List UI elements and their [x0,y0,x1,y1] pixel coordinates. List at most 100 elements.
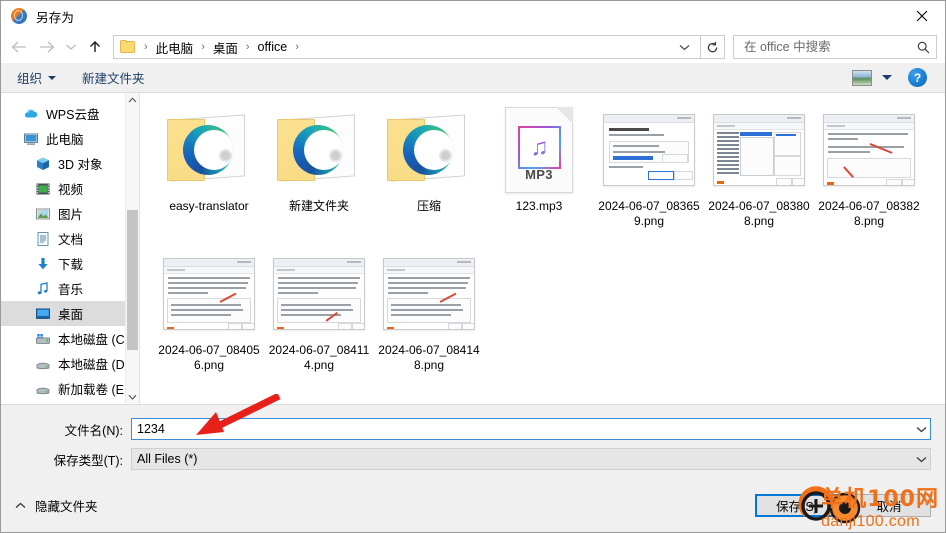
breadcrumb-separator: › [245,41,250,53]
breadcrumb-item-office[interactable]: office [256,40,290,54]
filename-dropdown-button[interactable] [913,419,930,439]
save-as-dialog: 另存为 › 此电脑 › 桌面 › office › 在 office 中搜索 组… [0,0,946,533]
help-icon[interactable]: ? [908,68,927,87]
png-thumbnail-icon [601,107,697,193]
mp3-file-icon: ♫ MP3 [491,107,587,193]
sidebar-item-videos[interactable]: 视频 [1,176,139,201]
filetype-dropdown-button[interactable] [913,449,930,469]
scroll-down-button[interactable] [126,390,139,404]
forward-button[interactable] [33,34,61,60]
sidebar-item-label: 本地磁盘 (C:) [58,333,133,347]
organize-label: 组织 [17,72,43,86]
scroll-up-button[interactable] [126,93,139,107]
recent-locations-button[interactable] [61,34,81,60]
cancel-button[interactable]: 取消 [847,493,931,517]
new-folder-label: 新建文件夹 [82,72,145,86]
breadcrumb-dropdown-button[interactable] [675,44,696,51]
save-button[interactable]: 保存(S) [755,493,839,517]
sidebar-item-local-disk-d[interactable]: 本地磁盘 (D:) [1,351,139,376]
search-box[interactable] [733,35,937,59]
drive-icon [35,381,51,397]
folder-icon [120,40,136,54]
file-item[interactable]: 新建文件夹 [264,107,374,229]
downloads-icon [35,256,51,272]
breadcrumb-item-computer[interactable]: 此电脑 [154,38,196,57]
sidebar-item-this-pc[interactable]: 此电脑 [1,126,139,151]
filetype-combobox[interactable]: All Files (*) [131,448,931,470]
filetype-row: 保存类型(T): All Files (*) [15,448,931,470]
sidebar-item-new-volume-e[interactable]: 新加载卷 (E:) [1,376,139,401]
search-input[interactable] [742,39,917,55]
organize-button[interactable]: 组织 [17,68,57,87]
file-item[interactable]: 2024-06-07_083659.png [594,107,704,229]
music-note-icon: ♫ [518,126,561,169]
music-icon [35,281,51,297]
file-item[interactable]: easy-translator [154,107,264,229]
navigation-pane-scrollbar[interactable] [125,93,139,404]
back-button[interactable] [5,34,33,60]
up-button[interactable] [81,34,109,60]
sidebar-item-wps-cloud[interactable]: WPS云盘 [1,101,139,126]
refresh-icon [707,41,718,52]
refresh-button[interactable] [701,35,725,59]
close-button[interactable] [899,1,945,31]
3d-objects-icon [35,156,51,172]
system-drive-icon [35,331,51,347]
breadcrumb[interactable]: › 此电脑 › 桌面 › office › [113,35,701,59]
sidebar-item-label: WPS云盘 [46,108,100,122]
hide-folders-toggle[interactable]: 隐藏文件夹 [15,496,98,515]
view-options-chevron-down-icon[interactable] [882,75,892,80]
sidebar-item-downloads[interactable]: 下载 [1,251,139,276]
file-name: 新建文件夹 [288,199,349,213]
sidebar-item-label: 图片 [58,208,84,222]
videos-icon [35,181,51,197]
breadcrumb-item-desktop[interactable]: 桌面 [211,38,240,57]
file-item[interactable]: 压缩 [374,107,484,229]
sidebar-item-music[interactable]: 音乐 [1,276,139,301]
sidebar-item-label: 桌面 [58,308,84,322]
save-form: 文件名(N): 保存类型(T): All Files (*) [1,405,945,478]
file-item[interactable]: 2024-06-07_084056.png [154,251,264,373]
sidebar-item-local-disk-c[interactable]: 本地磁盘 (C:) [1,326,139,351]
close-icon [916,10,928,22]
view-thumbnails-icon[interactable] [852,69,872,86]
documents-icon [35,231,51,247]
file-name: 2024-06-07_084114.png [268,343,370,372]
sidebar-item-label: 此电脑 [46,133,84,147]
file-item[interactable]: 2024-06-07_084148.png [374,251,484,373]
title-bar: 另存为 [1,1,945,31]
file-type-badge: MP3 [525,167,553,182]
sidebar-item-desktop[interactable]: 桌面 [1,301,139,326]
sidebar-item-3d-objects[interactable]: 3D 对象 [1,151,139,176]
filename-input[interactable] [132,419,913,439]
window-title: 另存为 [36,10,75,25]
chevron-down-icon [916,426,927,432]
file-list-pane[interactable]: easy-translator 新建文件夹 压缩 ♫ MP3 123.mp3 2… [139,93,945,404]
chevron-down-icon [48,75,57,80]
help-label: ? [913,70,922,85]
arrow-up-icon [90,41,100,52]
dialog-footer: 隐藏文件夹 保存(S) 取消 [1,478,945,532]
file-grid: easy-translator 新建文件夹 压缩 ♫ MP3 123.mp3 2… [154,107,945,395]
file-item[interactable]: ♫ MP3 123.mp3 [484,107,594,229]
file-item[interactable]: 2024-06-07_083828.png [814,107,924,229]
folder-icon [161,107,257,193]
save-button-label: 保存(S) [776,499,818,514]
new-folder-button[interactable]: 新建文件夹 [82,68,145,87]
sidebar-item-documents[interactable]: 文档 [1,226,139,251]
sidebar-item-label: 下载 [58,258,84,272]
file-item[interactable]: 2024-06-07_083808.png [704,107,814,229]
file-name: 2024-06-07_083808.png [708,199,810,228]
sidebar-item-label: 本地磁盘 (D:) [58,358,133,372]
folder-icon [271,107,367,193]
sidebar-item-label: 文档 [58,233,84,247]
drive-icon [35,356,51,372]
chevron-down-icon [916,456,927,462]
filename-combobox[interactable] [131,418,931,440]
command-bar: 组织 新建文件夹 ? [1,63,945,93]
png-thumbnail-icon [381,251,477,337]
navigation-pane: WPS云盘 此电脑 3D 对象 视频 图片 文档 下载 音乐 桌面 本地磁盘 (… [1,93,139,404]
sidebar-item-pictures[interactable]: 图片 [1,201,139,226]
scrollbar-thumb[interactable] [127,210,138,350]
file-item[interactable]: 2024-06-07_084114.png [264,251,374,373]
